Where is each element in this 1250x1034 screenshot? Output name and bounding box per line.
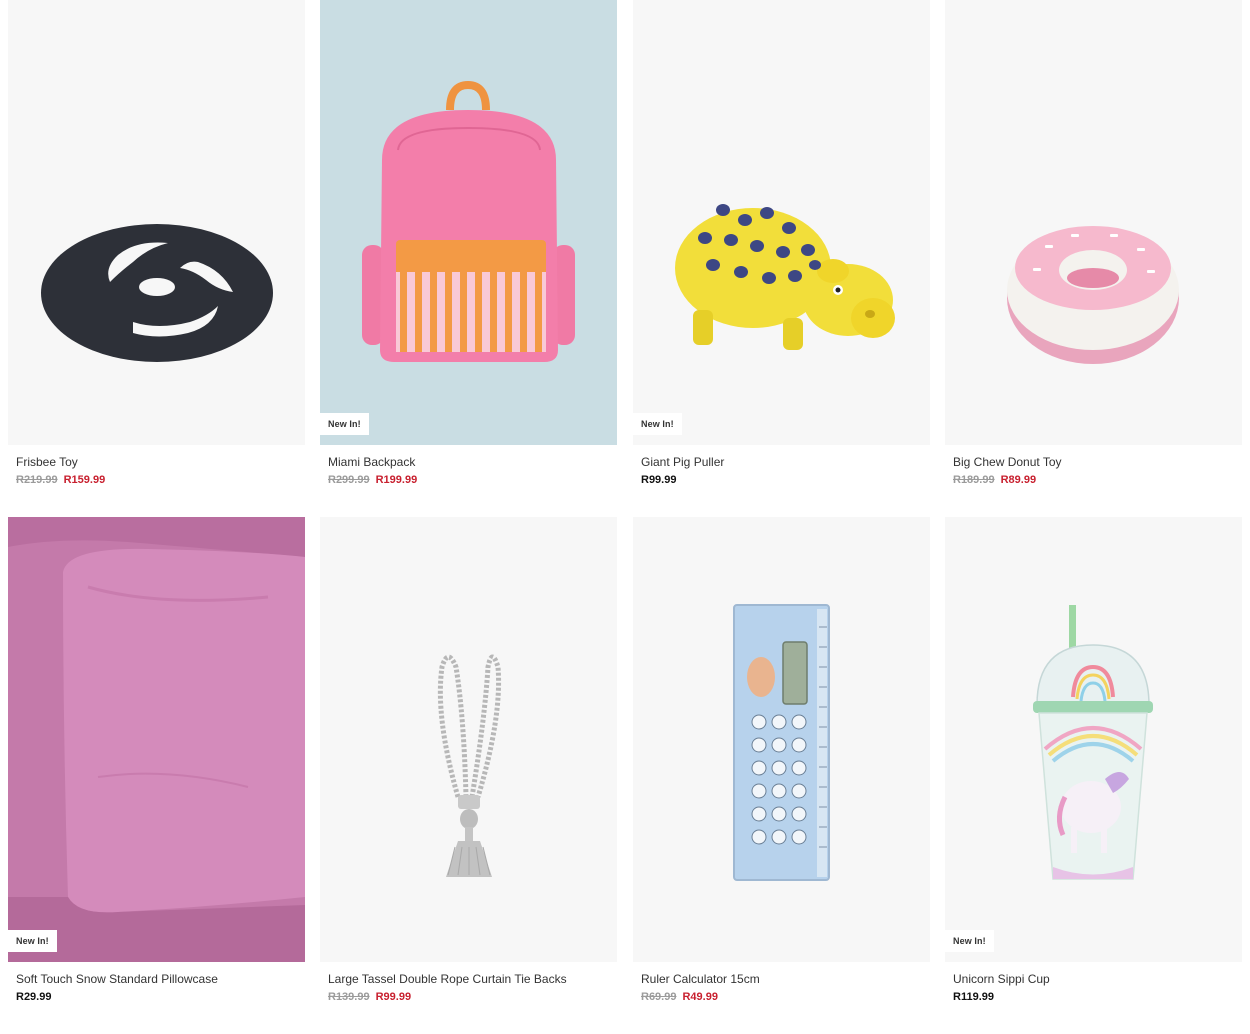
backpack-image bbox=[362, 80, 575, 362]
product-price: R99.99 bbox=[641, 474, 676, 486]
product-price: R119.99 bbox=[953, 991, 994, 1003]
product-grid: Frisbee Toy R219.99 R159.99 New In! Miam… bbox=[0, 0, 1250, 1034]
product-card[interactable]: Large Tassel Double Rope Curtain Tie Bac… bbox=[320, 517, 617, 1003]
product-price: R69.99 R49.99 bbox=[641, 991, 718, 1003]
original-price: R189.99 bbox=[953, 474, 995, 486]
product-image-link[interactable] bbox=[8, 0, 305, 445]
original-price: R69.99 bbox=[641, 991, 677, 1003]
product-name[interactable]: Ruler Calculator 15cm bbox=[641, 972, 760, 986]
product-card[interactable]: Frisbee Toy R219.99 R159.99 bbox=[8, 0, 305, 486]
product-image-link[interactable] bbox=[320, 517, 617, 962]
ruler-calculator-image bbox=[733, 604, 830, 881]
product-card[interactable]: Big Chew Donut Toy R189.99 R89.99 bbox=[945, 0, 1242, 486]
current-price: R99.99 bbox=[641, 474, 677, 486]
product-image-link[interactable] bbox=[633, 517, 930, 962]
product-card[interactable]: Ruler Calculator 15cm R69.99 R49.99 bbox=[633, 517, 930, 1003]
current-price: R89.99 bbox=[1000, 474, 1037, 486]
product-name[interactable]: Frisbee Toy bbox=[16, 455, 78, 469]
current-price: R119.99 bbox=[953, 991, 994, 1003]
unicorn-cup-image bbox=[1033, 605, 1153, 880]
product-name[interactable]: Big Chew Donut Toy bbox=[953, 455, 1062, 469]
product-price: R219.99 R159.99 bbox=[16, 474, 105, 486]
pillowcase-image bbox=[8, 517, 305, 962]
current-price: R49.99 bbox=[682, 991, 718, 1003]
product-price: R29.99 bbox=[16, 991, 51, 1003]
current-price: R99.99 bbox=[375, 991, 412, 1003]
pig-toy-image bbox=[675, 204, 895, 350]
product-name[interactable]: Miami Backpack bbox=[328, 455, 415, 469]
product-image-link[interactable]: New In! bbox=[320, 0, 617, 445]
current-price: R29.99 bbox=[16, 991, 52, 1003]
current-price: R159.99 bbox=[63, 474, 106, 486]
new-in-badge: New In! bbox=[633, 413, 682, 435]
product-card[interactable]: New In! Unicorn Sippi Cup R119.99 bbox=[945, 517, 1242, 1003]
tassel-tieback-image bbox=[437, 654, 502, 877]
current-price: R199.99 bbox=[375, 474, 418, 486]
product-card[interactable]: New In! Soft Touch Snow Standard Pillowc… bbox=[8, 517, 305, 1003]
original-price: R299.99 bbox=[328, 474, 370, 486]
new-in-badge: New In! bbox=[945, 930, 994, 952]
product-name[interactable]: Large Tassel Double Rope Curtain Tie Bac… bbox=[328, 972, 567, 986]
product-image-link[interactable] bbox=[945, 0, 1242, 445]
frisbee-image bbox=[41, 224, 273, 362]
product-image-link[interactable]: New In! bbox=[633, 0, 930, 445]
product-card[interactable]: New In! Miami Backpack R299.99 R199.99 bbox=[320, 0, 617, 486]
product-price: R189.99 R89.99 bbox=[953, 474, 1036, 486]
product-card[interactable]: New In! Giant Pig Puller R99.99 bbox=[633, 0, 930, 486]
new-in-badge: New In! bbox=[8, 930, 57, 952]
product-image-link[interactable]: New In! bbox=[8, 517, 305, 962]
new-in-badge: New In! bbox=[320, 413, 369, 435]
donut-toy-image bbox=[1007, 226, 1179, 364]
product-image-link[interactable]: New In! bbox=[945, 517, 1242, 962]
original-price: R219.99 bbox=[16, 474, 58, 486]
product-price: R139.99 R99.99 bbox=[328, 991, 411, 1003]
original-price: R139.99 bbox=[328, 991, 370, 1003]
product-price: R299.99 R199.99 bbox=[328, 474, 417, 486]
product-name[interactable]: Giant Pig Puller bbox=[641, 455, 724, 469]
product-name[interactable]: Unicorn Sippi Cup bbox=[953, 972, 1050, 986]
product-name[interactable]: Soft Touch Snow Standard Pillowcase bbox=[16, 972, 218, 986]
